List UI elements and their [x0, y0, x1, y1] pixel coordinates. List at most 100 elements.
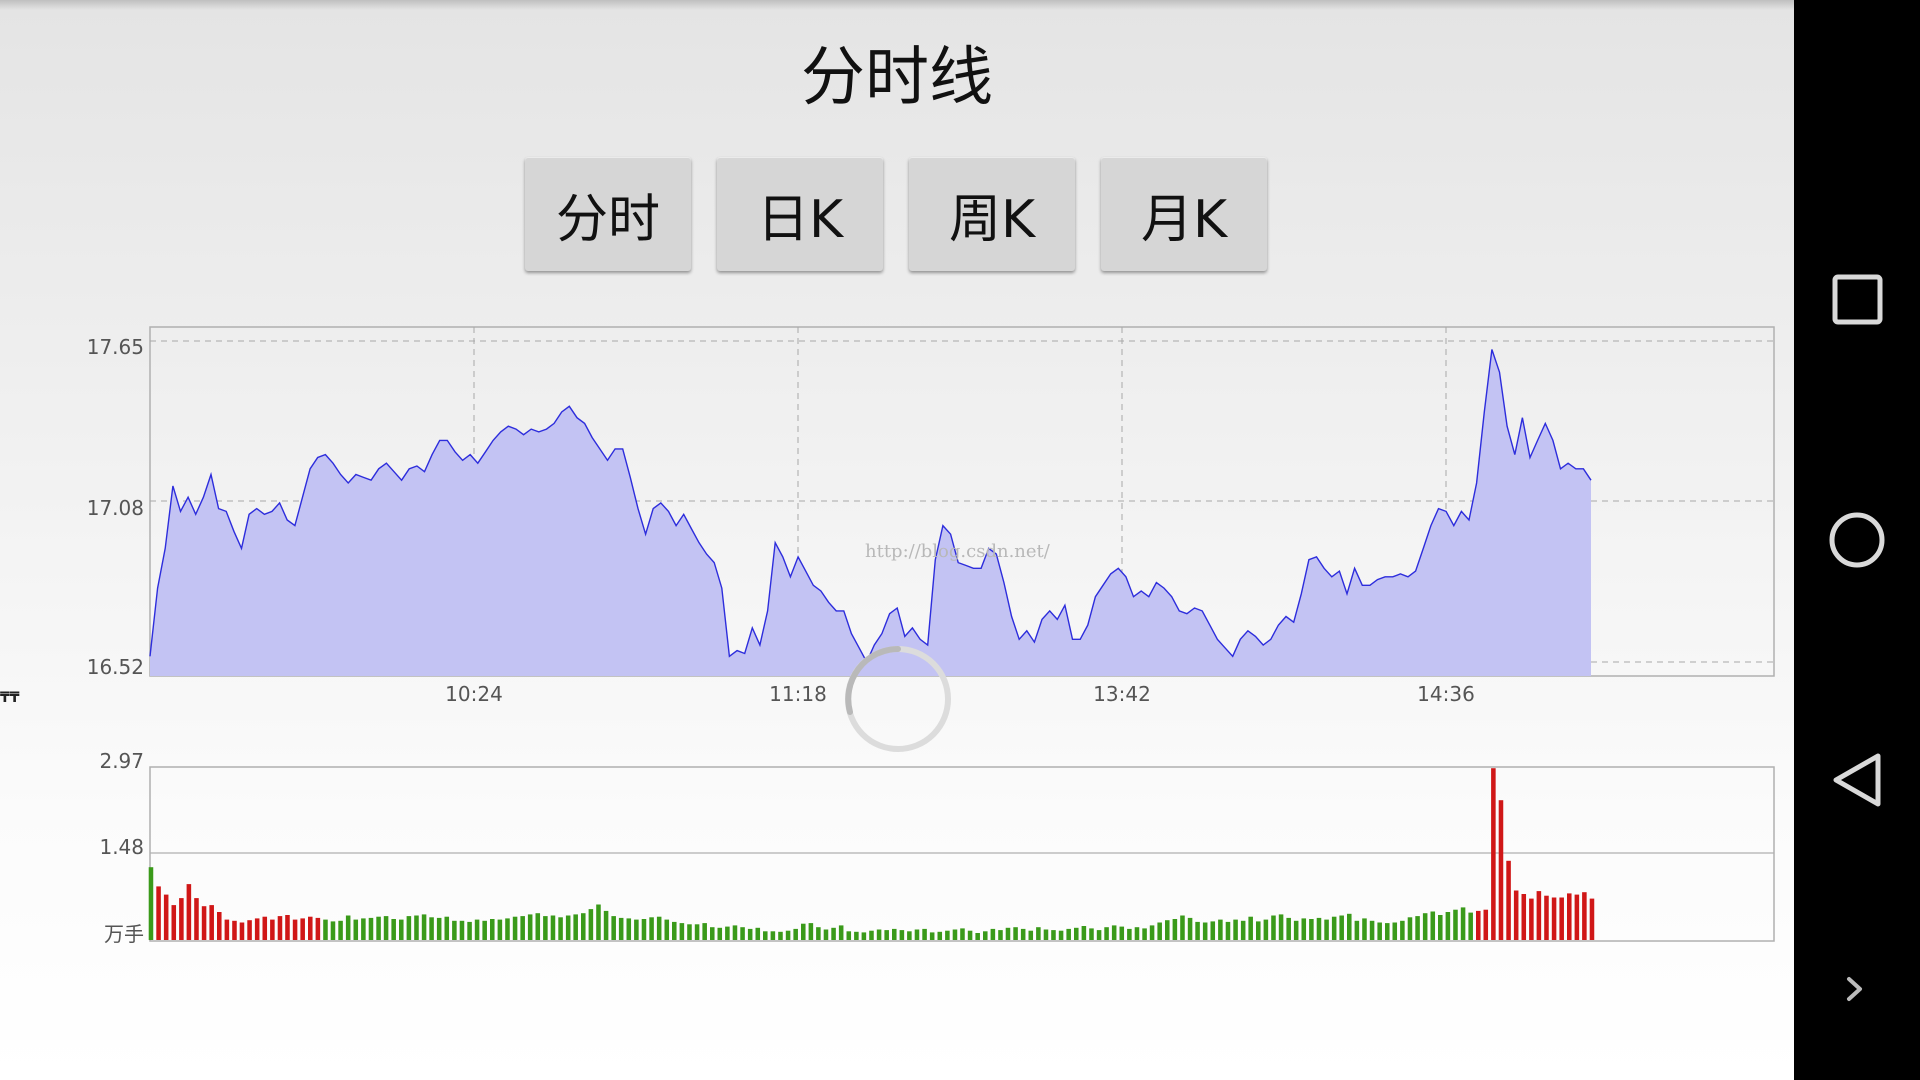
volume-bar — [1521, 894, 1527, 940]
volume-bars — [148, 768, 1595, 940]
chevron-right-icon[interactable] — [1847, 977, 1862, 1001]
volume-bar — [740, 927, 745, 940]
volume-bar — [345, 915, 351, 940]
volume-bar — [254, 918, 260, 940]
volume-bar — [285, 915, 290, 940]
price-x-tick-1: 10:24 — [445, 682, 503, 706]
volume-bar — [603, 910, 609, 940]
volume-bar — [1491, 768, 1496, 940]
volume-y-unit: 万手 — [104, 922, 144, 946]
volume-bar — [573, 914, 578, 940]
volume-bar — [565, 915, 571, 940]
volume-bar — [505, 918, 510, 940]
volume-bar — [406, 916, 412, 940]
volume-bar — [1278, 914, 1284, 940]
volume-bar — [1513, 890, 1519, 940]
volume-bar — [1362, 918, 1367, 940]
volume-bar — [838, 925, 844, 940]
volume-bar — [1165, 920, 1170, 940]
volume-bar — [1476, 910, 1481, 940]
volume-y-tick-top: 2.97 — [99, 749, 144, 773]
charts-canvas: 17.65 17.08 16.52 10:24 11:18 13:42 14:3… — [0, 326, 1775, 946]
volume-bar — [634, 919, 639, 940]
system-nav-bar — [1794, 0, 1920, 1080]
square-icon[interactable] — [1832, 274, 1883, 325]
volume-bar — [611, 916, 616, 940]
volume-bar — [975, 933, 980, 940]
volume-bar — [808, 923, 814, 940]
volume-bar — [1005, 927, 1011, 940]
volume-bar — [1286, 917, 1291, 940]
volume-bar — [618, 917, 624, 940]
volume-bar — [1081, 926, 1087, 940]
volume-bar — [414, 915, 419, 940]
volume-bar — [960, 928, 965, 940]
volume-bar — [497, 919, 503, 940]
volume-bar — [1369, 920, 1375, 940]
volume-bar — [1551, 897, 1557, 940]
volume-bar — [785, 930, 791, 940]
volume-bar — [710, 927, 715, 940]
volume-bar — [1354, 920, 1360, 940]
volume-bar — [1104, 927, 1109, 940]
price-y-tick-bottom: 16.52 — [87, 655, 144, 679]
volume-bar — [717, 927, 723, 940]
volume-bar — [1187, 917, 1193, 940]
volume-bar — [308, 916, 313, 940]
volume-bar — [1468, 912, 1473, 940]
volume-bar — [1066, 928, 1071, 940]
volume-bar — [353, 919, 359, 940]
volume-bar — [1225, 921, 1231, 940]
volume-bar — [1248, 916, 1253, 940]
volume-bar — [1180, 915, 1185, 940]
volume-bar — [1111, 925, 1117, 940]
volume-bar — [763, 931, 768, 940]
volume-bar — [884, 930, 889, 940]
circle-icon[interactable] — [1829, 512, 1885, 568]
volume-bar — [1377, 922, 1382, 940]
volume-y-tick-mid: 1.48 — [99, 835, 144, 859]
volume-bar — [778, 931, 783, 940]
volume-chart: 2.97 1.48 万手 — [99, 749, 1775, 946]
volume-bar — [292, 919, 298, 940]
volume-bar — [315, 917, 321, 940]
volume-bar — [232, 920, 237, 940]
volume-bar — [793, 928, 798, 940]
volume-bar — [330, 921, 336, 940]
volume-bar — [1074, 927, 1079, 940]
volume-bar — [755, 927, 761, 940]
volume-bar — [300, 918, 305, 940]
volume-bar — [186, 884, 192, 940]
volume-bar — [1233, 919, 1238, 940]
volume-bar — [1172, 919, 1178, 940]
volume-bar — [391, 919, 396, 940]
triangle-left-icon[interactable] — [1833, 753, 1881, 807]
volume-bar — [1400, 920, 1405, 940]
price-x-tick-4: 14:36 — [1417, 682, 1475, 706]
volume-bar — [543, 916, 548, 940]
volume-bar — [1506, 860, 1511, 940]
volume-bar — [482, 920, 487, 940]
volume-bar — [581, 913, 586, 940]
volume-bar — [1089, 928, 1094, 940]
volume-bar — [861, 932, 867, 940]
volume-bar — [1536, 891, 1542, 940]
volume-bar — [952, 929, 958, 940]
volume-bar — [664, 919, 670, 940]
volume-bar — [588, 909, 594, 940]
volume-bar — [224, 919, 230, 940]
volume-bar — [490, 919, 495, 940]
volume-bar — [831, 927, 836, 940]
volume-bar — [512, 916, 518, 940]
volume-bar — [854, 931, 859, 940]
volume-bar — [702, 923, 707, 940]
volume-bar — [1339, 915, 1344, 940]
volume-bar — [1498, 800, 1504, 940]
volume-bar — [892, 928, 897, 940]
volume-bar — [656, 916, 662, 940]
volume-bar — [194, 898, 199, 940]
price-y-tick-mid: 17.08 — [87, 496, 144, 520]
volume-bar — [1331, 916, 1337, 940]
volume-bar — [1142, 928, 1147, 940]
volume-bar — [558, 917, 563, 940]
